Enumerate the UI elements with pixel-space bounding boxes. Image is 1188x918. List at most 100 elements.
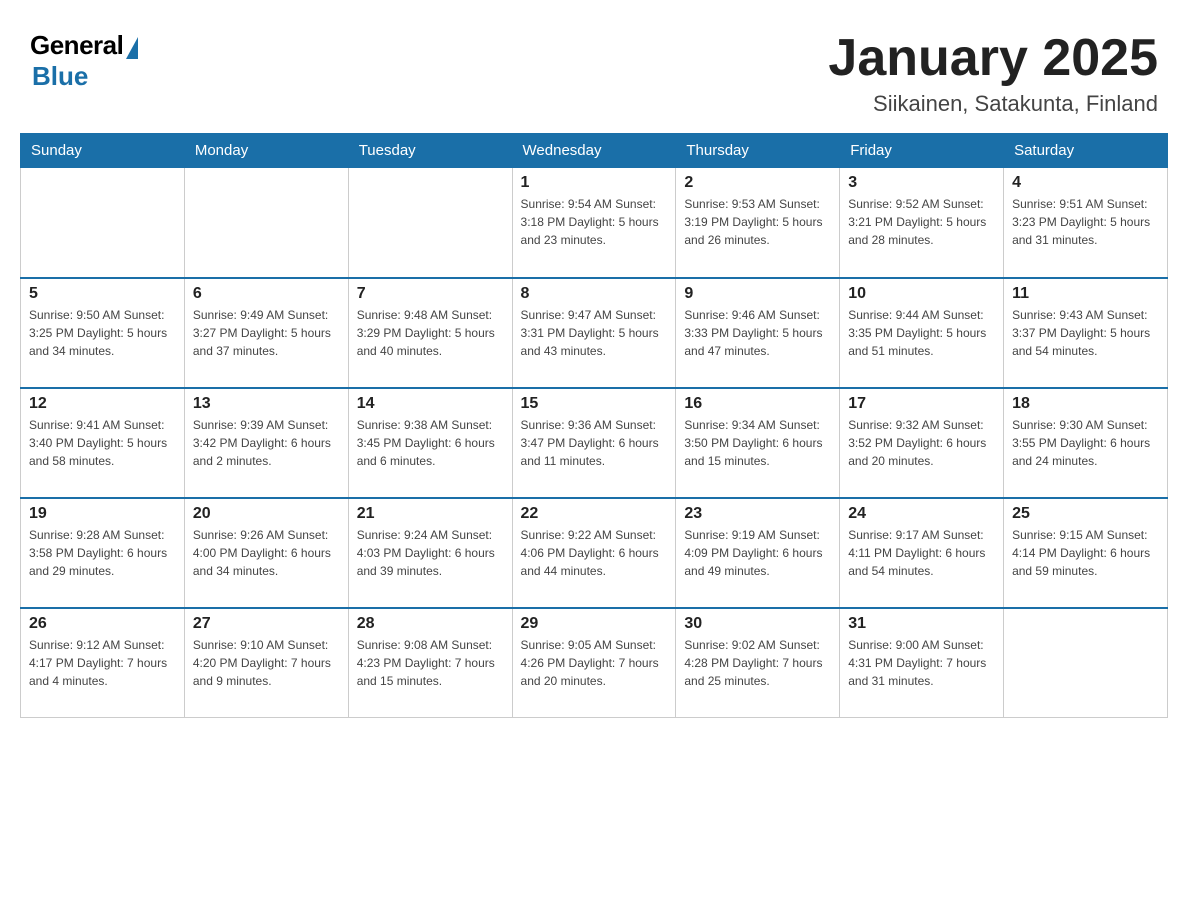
day-info: Sunrise: 9:54 AM Sunset: 3:18 PM Dayligh… <box>521 195 668 249</box>
day-number: 27 <box>193 615 340 633</box>
day-number: 14 <box>357 395 504 413</box>
day-number: 25 <box>1012 505 1159 523</box>
day-number: 7 <box>357 285 504 303</box>
day-info: Sunrise: 9:19 AM Sunset: 4:09 PM Dayligh… <box>684 526 831 580</box>
day-info: Sunrise: 9:12 AM Sunset: 4:17 PM Dayligh… <box>29 636 176 690</box>
calendar-header-row: SundayMondayTuesdayWednesdayThursdayFrid… <box>21 134 1168 168</box>
calendar-cell: 14 Sunrise: 9:38 AM Sunset: 3:45 PM Dayli… <box>348 388 512 498</box>
day-info: Sunrise: 9:52 AM Sunset: 3:21 PM Dayligh… <box>848 195 995 249</box>
title-block: January 2025 Siikainen, Satakunta, Finla… <box>828 30 1158 117</box>
day-info: Sunrise: 9:47 AM Sunset: 3:31 PM Dayligh… <box>521 306 668 360</box>
day-number: 1 <box>521 174 668 192</box>
day-number: 19 <box>29 505 176 523</box>
day-number: 23 <box>684 505 831 523</box>
calendar-cell: 12 Sunrise: 9:41 AM Sunset: 3:40 PM Dayli… <box>21 388 185 498</box>
calendar-week-row: 1 Sunrise: 9:54 AM Sunset: 3:18 PM Daylig… <box>21 168 1168 278</box>
location-title: Siikainen, Satakunta, Finland <box>828 91 1158 117</box>
logo-general-text: General <box>30 30 123 61</box>
day-info: Sunrise: 9:24 AM Sunset: 4:03 PM Dayligh… <box>357 526 504 580</box>
weekday-header-thursday: Thursday <box>676 134 840 168</box>
calendar-cell: 10Sunrise: 9:44 AM Sunset: 3:35 PM Dayli… <box>840 278 1004 388</box>
weekday-header-tuesday: Tuesday <box>348 134 512 168</box>
calendar-cell: 23 Sunrise: 9:19 AM Sunset: 4:09 PM Dayli… <box>676 498 840 608</box>
day-info: Sunrise: 9:46 AM Sunset: 3:33 PM Dayligh… <box>684 306 831 360</box>
day-info: Sunrise: 9:36 AM Sunset: 3:47 PM Dayligh… <box>521 416 668 470</box>
month-title: January 2025 <box>828 30 1158 87</box>
calendar-cell: 1 Sunrise: 9:54 AM Sunset: 3:18 PM Daylig… <box>512 168 676 278</box>
weekday-header-saturday: Saturday <box>1004 134 1168 168</box>
calendar-week-row: 19 Sunrise: 9:28 AM Sunset: 3:58 PM Dayli… <box>21 498 1168 608</box>
day-number: 21 <box>357 505 504 523</box>
calendar-cell: 9 Sunrise: 9:46 AM Sunset: 3:33 PM Daylig… <box>676 278 840 388</box>
calendar-cell: 30 Sunrise: 9:02 AM Sunset: 4:28 PM Dayli… <box>676 608 840 718</box>
day-number: 12 <box>29 395 176 413</box>
calendar-cell: 16Sunrise: 9:34 AM Sunset: 3:50 PM Dayli… <box>676 388 840 498</box>
day-number: 11 <box>1012 285 1159 303</box>
day-number: 28 <box>357 615 504 633</box>
calendar-table: SundayMondayTuesdayWednesdayThursdayFrid… <box>20 133 1168 718</box>
calendar-cell: 15 Sunrise: 9:36 AM Sunset: 3:47 PM Dayli… <box>512 388 676 498</box>
day-info: Sunrise: 9:05 AM Sunset: 4:26 PM Dayligh… <box>521 636 668 690</box>
day-info: Sunrise: 9:08 AM Sunset: 4:23 PM Dayligh… <box>357 636 504 690</box>
day-number: 9 <box>684 285 831 303</box>
weekday-header-sunday: Sunday <box>21 134 185 168</box>
page-header: General Blue January 2025 Siikainen, Sat… <box>20 20 1168 117</box>
calendar-cell: 27 Sunrise: 9:10 AM Sunset: 4:20 PM Dayli… <box>184 608 348 718</box>
day-number: 2 <box>684 174 831 192</box>
day-number: 17 <box>848 395 995 413</box>
logo-triangle-icon <box>126 37 138 59</box>
calendar-cell: 22Sunrise: 9:22 AM Sunset: 4:06 PM Dayli… <box>512 498 676 608</box>
day-number: 15 <box>521 395 668 413</box>
calendar-cell: 24 Sunrise: 9:17 AM Sunset: 4:11 PM Dayli… <box>840 498 1004 608</box>
calendar-cell: 2 Sunrise: 9:53 AM Sunset: 3:19 PM Daylig… <box>676 168 840 278</box>
day-number: 24 <box>848 505 995 523</box>
day-number: 13 <box>193 395 340 413</box>
day-number: 5 <box>29 285 176 303</box>
calendar-cell: 4Sunrise: 9:51 AM Sunset: 3:23 PM Daylig… <box>1004 168 1168 278</box>
day-info: Sunrise: 9:15 AM Sunset: 4:14 PM Dayligh… <box>1012 526 1159 580</box>
weekday-header-friday: Friday <box>840 134 1004 168</box>
day-info: Sunrise: 9:39 AM Sunset: 3:42 PM Dayligh… <box>193 416 340 470</box>
calendar-cell: 17Sunrise: 9:32 AM Sunset: 3:52 PM Dayli… <box>840 388 1004 498</box>
day-info: Sunrise: 9:10 AM Sunset: 4:20 PM Dayligh… <box>193 636 340 690</box>
day-number: 3 <box>848 174 995 192</box>
logo-blue-text: Blue <box>32 61 88 92</box>
calendar-week-row: 12 Sunrise: 9:41 AM Sunset: 3:40 PM Dayli… <box>21 388 1168 498</box>
day-info: Sunrise: 9:17 AM Sunset: 4:11 PM Dayligh… <box>848 526 995 580</box>
day-number: 6 <box>193 285 340 303</box>
day-info: Sunrise: 9:49 AM Sunset: 3:27 PM Dayligh… <box>193 306 340 360</box>
day-number: 26 <box>29 615 176 633</box>
day-info: Sunrise: 9:53 AM Sunset: 3:19 PM Dayligh… <box>684 195 831 249</box>
day-info: Sunrise: 9:26 AM Sunset: 4:00 PM Dayligh… <box>193 526 340 580</box>
calendar-cell: 3 Sunrise: 9:52 AM Sunset: 3:21 PM Daylig… <box>840 168 1004 278</box>
day-info: Sunrise: 9:38 AM Sunset: 3:45 PM Dayligh… <box>357 416 504 470</box>
calendar-cell: 29Sunrise: 9:05 AM Sunset: 4:26 PM Dayli… <box>512 608 676 718</box>
calendar-week-row: 26 Sunrise: 9:12 AM Sunset: 4:17 PM Dayli… <box>21 608 1168 718</box>
day-number: 22 <box>521 505 668 523</box>
calendar-cell: 6 Sunrise: 9:49 AM Sunset: 3:27 PM Daylig… <box>184 278 348 388</box>
day-number: 8 <box>521 285 668 303</box>
day-info: Sunrise: 9:41 AM Sunset: 3:40 PM Dayligh… <box>29 416 176 470</box>
calendar-cell: 28 Sunrise: 9:08 AM Sunset: 4:23 PM Dayli… <box>348 608 512 718</box>
day-info: Sunrise: 9:34 AM Sunset: 3:50 PM Dayligh… <box>684 416 831 470</box>
calendar-cell: 20 Sunrise: 9:26 AM Sunset: 4:00 PM Dayli… <box>184 498 348 608</box>
calendar-cell <box>184 168 348 278</box>
day-number: 30 <box>684 615 831 633</box>
day-info: Sunrise: 9:28 AM Sunset: 3:58 PM Dayligh… <box>29 526 176 580</box>
day-info: Sunrise: 9:50 AM Sunset: 3:25 PM Dayligh… <box>29 306 176 360</box>
weekday-header-monday: Monday <box>184 134 348 168</box>
day-info: Sunrise: 9:48 AM Sunset: 3:29 PM Dayligh… <box>357 306 504 360</box>
day-number: 31 <box>848 615 995 633</box>
day-number: 20 <box>193 505 340 523</box>
calendar-cell: 7 Sunrise: 9:48 AM Sunset: 3:29 PM Daylig… <box>348 278 512 388</box>
calendar-cell: 8 Sunrise: 9:47 AM Sunset: 3:31 PM Daylig… <box>512 278 676 388</box>
weekday-header-wednesday: Wednesday <box>512 134 676 168</box>
day-info: Sunrise: 9:02 AM Sunset: 4:28 PM Dayligh… <box>684 636 831 690</box>
calendar-cell: 25 Sunrise: 9:15 AM Sunset: 4:14 PM Dayli… <box>1004 498 1168 608</box>
calendar-cell: 19 Sunrise: 9:28 AM Sunset: 3:58 PM Dayli… <box>21 498 185 608</box>
calendar-cell <box>348 168 512 278</box>
day-info: Sunrise: 9:30 AM Sunset: 3:55 PM Dayligh… <box>1012 416 1159 470</box>
day-info: Sunrise: 9:43 AM Sunset: 3:37 PM Dayligh… <box>1012 306 1159 360</box>
calendar-cell: 26 Sunrise: 9:12 AM Sunset: 4:17 PM Dayli… <box>21 608 185 718</box>
day-info: Sunrise: 9:44 AM Sunset: 3:35 PM Dayligh… <box>848 306 995 360</box>
